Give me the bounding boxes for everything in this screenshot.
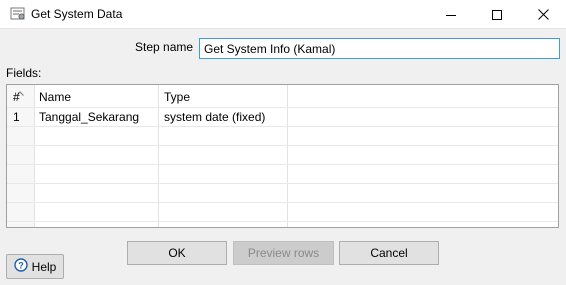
window-title: Get System Data <box>31 7 123 21</box>
row-divider <box>7 221 558 222</box>
ok-button[interactable]: OK <box>127 241 227 265</box>
column-header-type[interactable]: Type <box>164 88 190 106</box>
help-label: Help <box>31 259 57 274</box>
help-button[interactable]: ? Help <box>6 254 64 279</box>
row-divider <box>7 126 558 127</box>
column-header-number[interactable]: # <box>13 88 20 106</box>
minimize-icon[interactable] <box>428 0 474 29</box>
row-divider <box>7 164 558 165</box>
field-type-cell[interactable]: system date (fixed) <box>164 108 265 126</box>
close-icon[interactable] <box>520 0 566 29</box>
table-header: # Name Type <box>7 85 558 107</box>
title-bar: Get System Data <box>0 0 566 29</box>
preview-rows-button[interactable]: Preview rows <box>233 241 334 265</box>
help-icon: ? <box>13 258 28 275</box>
row-divider <box>7 202 558 203</box>
step-name-input[interactable] <box>199 38 560 59</box>
gear-step-icon <box>10 7 26 21</box>
column-header-name[interactable]: Name <box>39 88 71 106</box>
fields-label: Fields: <box>6 66 42 80</box>
cancel-button[interactable]: Cancel <box>339 241 439 265</box>
step-name-label: Step name <box>135 40 194 54</box>
svg-text:?: ? <box>18 261 24 271</box>
row-divider <box>7 145 558 146</box>
maximize-icon[interactable] <box>474 0 520 29</box>
field-name-cell[interactable]: Tanggal_Sekarang <box>39 108 139 126</box>
row-number: 1 <box>13 110 20 124</box>
fields-table[interactable]: # Name Type 1 Tanggal_Sekarang system da… <box>6 84 559 228</box>
row-divider <box>7 183 558 184</box>
